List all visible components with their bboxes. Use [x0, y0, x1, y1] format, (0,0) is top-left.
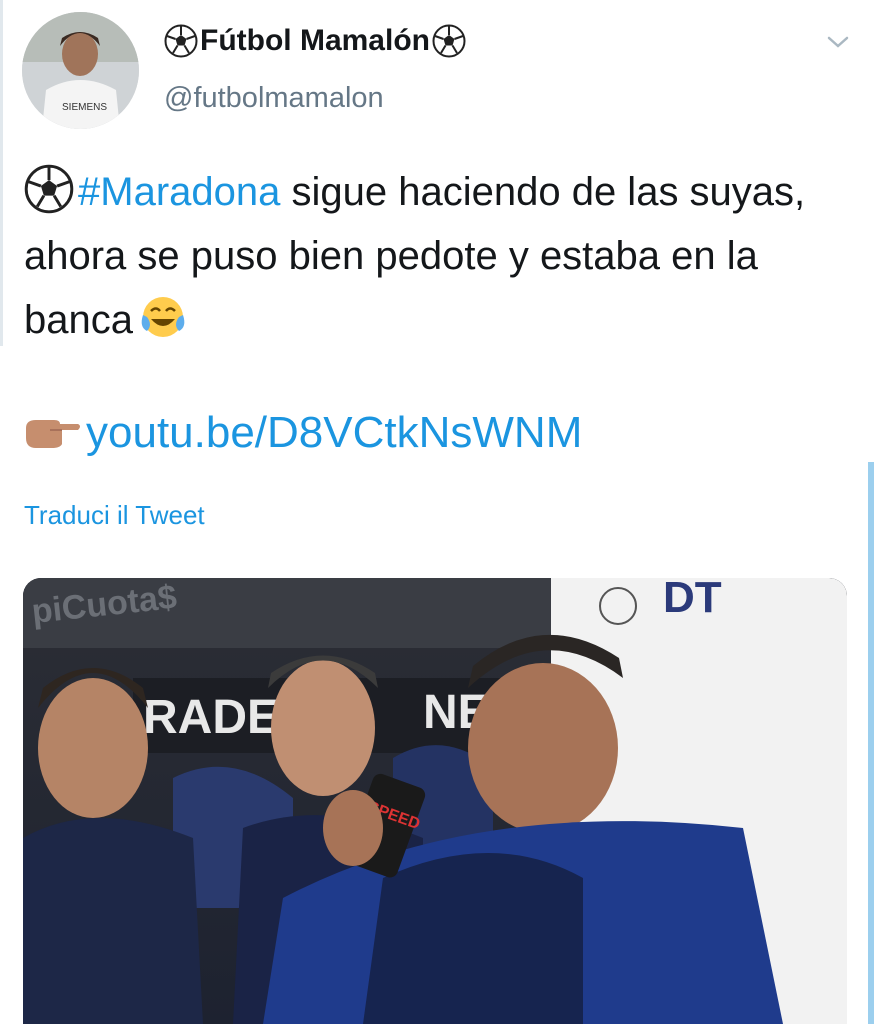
panel-sign: DT — [663, 578, 722, 622]
avatar-photo: SIEMENS — [22, 12, 139, 129]
bench-sign-left: RADE — [143, 691, 279, 744]
avatar[interactable]: SIEMENS — [22, 12, 139, 129]
link-row[interactable]: youtu.be/D8VCtkNsWNM — [24, 408, 582, 458]
hashtag-link[interactable]: #Maradona — [78, 170, 280, 214]
tears-of-joy-emoji — [141, 297, 185, 337]
user-handle[interactable]: @futbolmamalon — [164, 82, 384, 115]
video-thumbnail: piCuota$ RADE NEF DT SPEED — [23, 578, 847, 1024]
translate-tweet-link[interactable]: Traduci il Tweet — [24, 500, 205, 531]
thread-line — [0, 0, 3, 346]
video-link[interactable]: youtu.be/D8VCtkNsWNM — [86, 408, 582, 458]
soccer-ball-icon — [24, 164, 74, 214]
soccer-ball-icon — [164, 24, 198, 58]
svg-text:SIEMENS: SIEMENS — [62, 102, 107, 113]
tweet-text: #Maradona sigue haciendo de las suyas, a… — [24, 160, 844, 352]
display-name-row[interactable]: Fútbol Mamalón — [164, 24, 466, 58]
soccer-ball-icon — [432, 24, 466, 58]
display-name: Fútbol Mamalón — [200, 24, 430, 57]
scroll-indicator[interactable] — [868, 462, 874, 1024]
pointing-hand-emoji — [26, 420, 80, 448]
chevron-down-icon[interactable] — [826, 34, 850, 50]
media-image[interactable]: piCuota$ RADE NEF DT SPEED — [23, 578, 847, 1024]
